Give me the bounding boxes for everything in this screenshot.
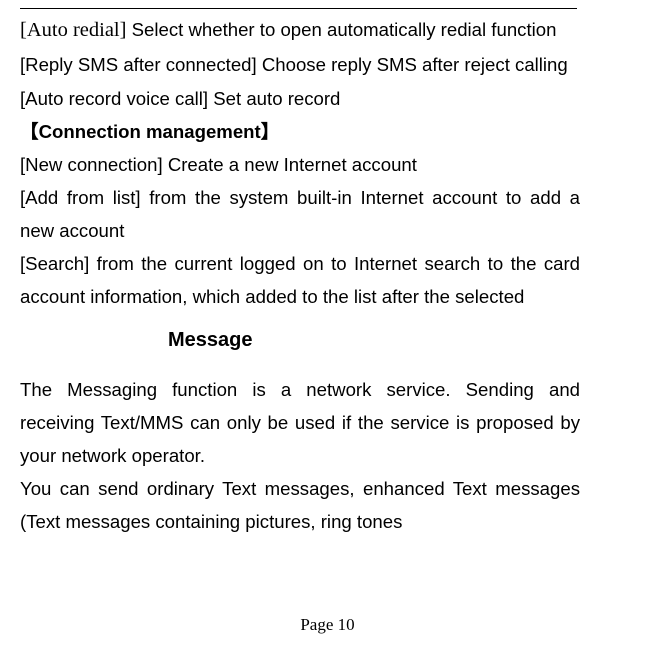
search-desc: from the current logged on to Internet s… — [20, 253, 580, 307]
auto-redial-desc: Select whether to open automatically red… — [132, 19, 557, 40]
add-from-list-item: [Add from list] from the system built-in… — [20, 181, 580, 247]
reply-sms-label: [Reply SMS after connected] — [20, 54, 257, 75]
add-from-list-label: [Add from list] — [20, 187, 141, 208]
top-divider — [20, 8, 577, 9]
search-item: [Search] from the current logged on to I… — [20, 247, 580, 313]
auto-redial-item: [Auto redial] Select whether to open aut… — [20, 12, 580, 48]
new-connection-item: [New connection] Create a new Internet a… — [20, 148, 581, 181]
message-paragraph-2: You can send ordinary Text messages, enh… — [20, 472, 580, 538]
reply-sms-item: [Reply SMS after connected] Choose reply… — [20, 48, 580, 81]
connection-management-heading: 【Connection management】 — [20, 115, 581, 148]
auto-record-desc: Set auto record — [213, 88, 340, 109]
message-paragraph-1: The Messaging function is a network serv… — [20, 373, 580, 472]
auto-record-label: [Auto record voice call] — [20, 88, 208, 109]
new-connection-desc: Create a new Internet account — [168, 154, 417, 175]
page-number: Page 10 — [0, 615, 655, 635]
message-heading: Message — [168, 323, 581, 359]
new-connection-label: [New connection] — [20, 154, 163, 175]
reply-sms-desc: Choose reply SMS after reject calling — [262, 54, 568, 75]
search-label: [Search] — [20, 253, 89, 274]
auto-redial-label: [Auto redial] — [20, 19, 126, 41]
document-content: [Auto redial] Select whether to open aut… — [20, 8, 581, 538]
auto-record-item: [Auto record voice call] Set auto record — [20, 82, 581, 115]
